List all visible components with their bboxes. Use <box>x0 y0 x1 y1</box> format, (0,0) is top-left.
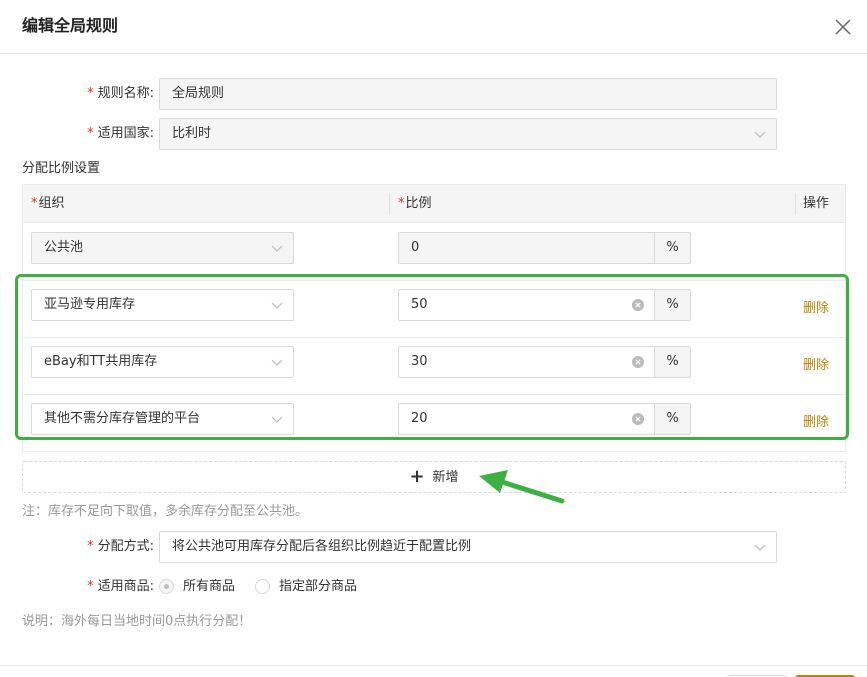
chevron-down-icon <box>271 245 283 252</box>
header-action: 操作 <box>803 196 830 211</box>
dialog-header: 编辑全局规则 <box>0 0 867 54</box>
allocation-table: *组织 *比例 操作 公共池 0 % 亚马逊专用库存 50 % 删除 eBay和… <box>22 184 846 452</box>
required-mark: * <box>87 539 94 554</box>
chevron-down-icon <box>271 302 283 309</box>
chevron-down-icon <box>754 544 766 551</box>
org-select-row1[interactable]: 公共池 <box>31 232 294 264</box>
allocation-label: 分配方式: <box>97 539 154 554</box>
rule-name-label: 规则名称: <box>97 86 154 101</box>
country-select-value: 比利时 <box>172 126 212 141</box>
add-row-button[interactable]: + 新增 <box>22 461 846 493</box>
header-divider <box>795 193 796 215</box>
footer-divider <box>0 665 867 666</box>
ratio-input-row4[interactable]: 20 <box>398 403 655 435</box>
required-mark: * <box>87 86 94 101</box>
radio-specific-products[interactable] <box>255 579 270 594</box>
percent-unit: % <box>655 289 691 321</box>
delete-row4-link[interactable]: 删除 <box>803 414 829 432</box>
row-divider <box>23 280 845 281</box>
stock-note: 注：库存不足向下取值，多余库存分配至公共池。 <box>22 504 309 519</box>
country-select[interactable]: 比利时 <box>159 118 777 150</box>
clear-icon[interactable] <box>632 299 644 311</box>
required-mark: * <box>87 126 94 141</box>
row-divider <box>23 394 845 395</box>
header-org: *组织 <box>31 196 65 211</box>
products-label-wrap: * 适用商品: <box>22 571 154 603</box>
radio-all-products-label[interactable]: 所有商品 <box>183 571 235 603</box>
radio-all-products[interactable] <box>159 579 174 594</box>
delete-row3-link[interactable]: 删除 <box>803 357 829 375</box>
org-select-row4[interactable]: 其他不需分库存管理的平台 <box>31 403 294 435</box>
allocation-section-label: 分配比例设置 <box>22 161 101 176</box>
close-icon[interactable] <box>830 14 856 40</box>
allocation-label-wrap: * 分配方式: <box>22 531 154 563</box>
org-select-row2[interactable]: 亚马逊专用库存 <box>31 289 294 321</box>
clear-icon[interactable] <box>632 413 644 425</box>
chevron-down-icon <box>271 359 283 366</box>
chevron-down-icon <box>754 131 766 138</box>
header-ratio: *比例 <box>398 196 432 211</box>
allocation-method-select[interactable]: 将公共池可用库存分配后各组织比例趋近于配置比例 <box>159 531 777 563</box>
add-row-label: 新增 <box>432 470 459 485</box>
ratio-input-row1[interactable]: 0 <box>398 232 655 264</box>
rule-name-label-wrap: * 规则名称: <box>22 78 154 110</box>
clear-icon[interactable] <box>632 356 644 368</box>
percent-unit: % <box>655 346 691 378</box>
execution-explanation: 说明：海外每日当地时间0点执行分配！ <box>22 614 252 629</box>
rule-name-input[interactable]: 全局规则 <box>159 78 777 110</box>
ratio-input-row2[interactable]: 50 <box>398 289 655 321</box>
radio-specific-products-label[interactable]: 指定部分商品 <box>279 571 357 603</box>
country-label-wrap: * 适用国家: <box>22 118 154 150</box>
required-mark: * <box>87 579 94 594</box>
plus-icon: + <box>409 466 425 487</box>
org-select-row3[interactable]: eBay和TT共用库存 <box>31 346 294 378</box>
delete-row2-link[interactable]: 删除 <box>803 300 829 318</box>
percent-unit: % <box>655 232 691 264</box>
products-label: 适用商品: <box>97 579 154 594</box>
ratio-input-row3[interactable]: 30 <box>398 346 655 378</box>
header-divider <box>389 193 390 215</box>
table-header: *组织 *比例 操作 <box>23 185 845 223</box>
allocation-method-value: 将公共池可用库存分配后各组织比例趋近于配置比例 <box>172 539 472 554</box>
dialog-title: 编辑全局规则 <box>22 16 119 35</box>
country-label: 适用国家: <box>97 126 154 141</box>
edit-global-rule-dialog: 编辑全局规则 * 规则名称: 全局规则 * 适用国家: 比利时 分配比例设置 *组织… <box>0 0 867 677</box>
row-divider <box>23 337 845 338</box>
chevron-down-icon <box>271 416 283 423</box>
arrow-annotation-icon <box>479 470 565 504</box>
percent-unit: % <box>655 403 691 435</box>
